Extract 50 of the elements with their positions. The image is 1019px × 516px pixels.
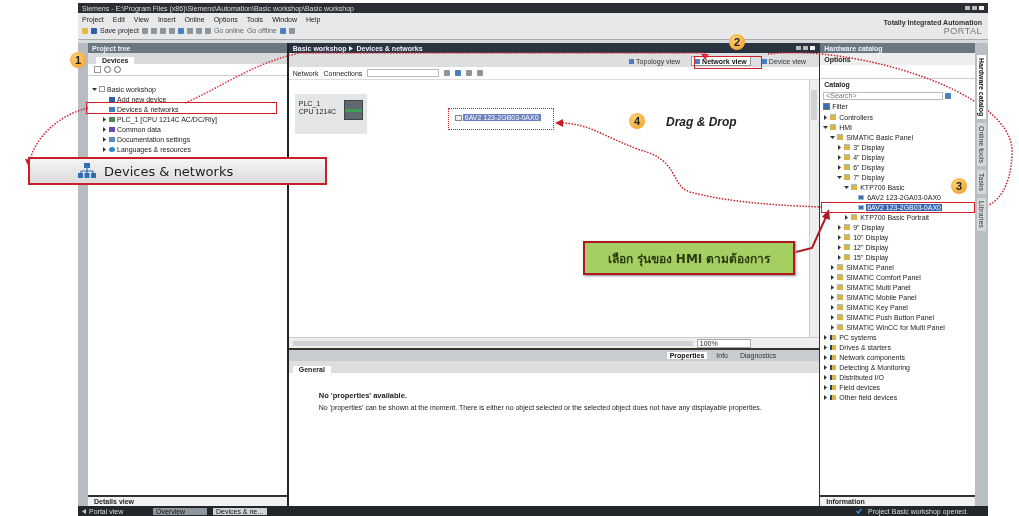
expand-toggle[interactable] — [823, 384, 829, 390]
expand-toggle[interactable] — [92, 86, 97, 92]
expand-toggle[interactable] — [823, 344, 829, 350]
expand-toggle[interactable] — [102, 116, 107, 122]
expand-toggle[interactable] — [823, 364, 829, 370]
expand-toggle[interactable] — [830, 304, 836, 310]
horizontal-scrollbar[interactable] — [292, 340, 693, 346]
expand-toggle[interactable] — [844, 214, 850, 220]
globe-icon — [109, 146, 115, 152]
expand-toggle[interactable] — [102, 136, 107, 142]
panel-icon — [454, 114, 462, 121]
check-icon — [856, 508, 862, 514]
expand-toggle[interactable] — [837, 174, 843, 180]
expand-toggle[interactable] — [837, 224, 843, 230]
instruction-callout: เลือก รุ่นของ HMI ตามต้องการ — [583, 241, 795, 275]
project-icon — [99, 86, 105, 92]
drag-drop-label: Drag & Drop — [666, 115, 737, 129]
expand-toggle[interactable] — [830, 294, 836, 300]
highlight-frame — [694, 56, 762, 69]
expand-toggle[interactable] — [823, 354, 829, 360]
callout-text: Devices & networks — [104, 163, 234, 179]
expand-toggle[interactable] — [823, 334, 829, 340]
expand-toggle[interactable] — [837, 164, 843, 170]
vertical-scrollbar[interactable] — [809, 80, 820, 337]
expand-toggle[interactable] — [837, 144, 843, 150]
plc-module-drawing — [344, 100, 363, 120]
pointer-arrow — [795, 209, 830, 253]
chevron-icon — [349, 45, 354, 51]
expand-toggle[interactable] — [837, 244, 843, 250]
expand-toggle[interactable] — [102, 146, 107, 152]
expand-toggle[interactable] — [837, 234, 843, 240]
brand-portal: PORTAL — [943, 26, 982, 36]
caret-icon — [82, 508, 86, 514]
expand-toggle[interactable] — [823, 374, 829, 380]
expand-toggle[interactable] — [837, 154, 843, 160]
expand-toggle[interactable] — [837, 254, 843, 260]
expand-toggle[interactable] — [830, 324, 836, 330]
expand-toggle[interactable] — [830, 314, 836, 320]
expand-toggle[interactable] — [823, 394, 829, 400]
expand-toggle[interactable] — [830, 264, 836, 270]
expand-toggle[interactable] — [830, 134, 836, 140]
expand-toggle[interactable] — [830, 284, 836, 290]
expand-toggle[interactable] — [823, 114, 829, 120]
view-icon[interactable] — [94, 66, 101, 73]
expand-toggle[interactable] — [102, 126, 107, 132]
expand-toggle[interactable] — [844, 184, 850, 190]
step-number: 1 — [70, 52, 86, 68]
filter-checkbox[interactable] — [823, 103, 831, 110]
expand-toggle[interactable] — [830, 274, 836, 280]
expand-toggle[interactable] — [823, 124, 829, 130]
